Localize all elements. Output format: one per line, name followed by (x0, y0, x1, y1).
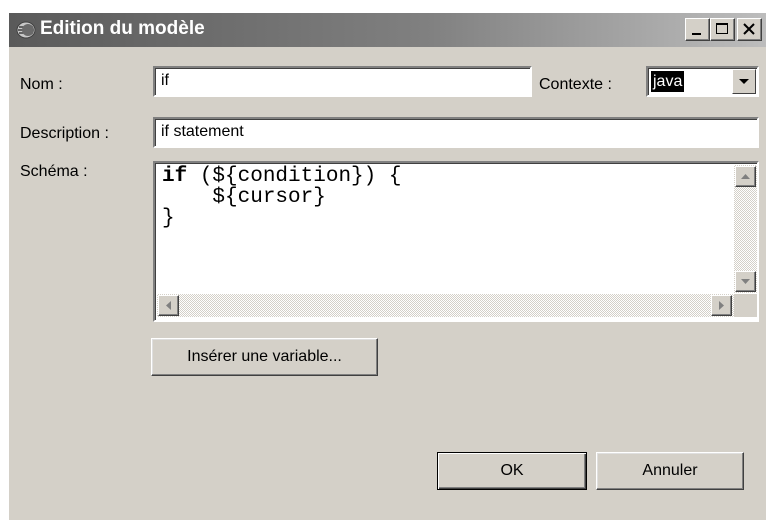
scroll-left-button[interactable] (158, 295, 179, 316)
scrollbar-corner (734, 294, 757, 317)
pattern-line: ${cursor} (162, 186, 326, 209)
maximize-button[interactable] (710, 18, 735, 41)
arrow-down-icon (741, 279, 750, 284)
arrow-right-icon (719, 301, 724, 310)
pattern-label: Schéma : (20, 163, 88, 180)
scroll-down-button[interactable] (735, 271, 756, 292)
window-title: Edition du modèle (40, 18, 205, 39)
cancel-button[interactable]: Annuler (596, 452, 744, 490)
minimize-button[interactable] (685, 18, 710, 41)
insert-variable-button[interactable]: Insérer une variable... (151, 338, 378, 376)
minimize-icon (692, 33, 701, 35)
ok-button[interactable]: OK (437, 452, 587, 490)
scroll-up-button[interactable] (735, 166, 756, 187)
arrow-up-icon (741, 174, 750, 179)
title-bar[interactable]: Edition du modèle (9, 13, 766, 47)
name-field[interactable]: if (153, 66, 532, 97)
name-label: Nom : (20, 76, 63, 93)
pattern-editor[interactable]: if (${condition}) { ${cursor} } (153, 161, 759, 322)
close-button[interactable] (737, 18, 762, 41)
context-label: Contexte : (539, 76, 612, 93)
context-select[interactable]: java (646, 66, 759, 97)
chevron-down-icon (739, 79, 749, 84)
maximize-icon (716, 23, 728, 34)
scroll-right-button[interactable] (711, 295, 732, 316)
pattern-line: if (${condition}) { (162, 165, 402, 188)
description-field[interactable]: if statement (153, 117, 759, 148)
dialog-window: Edition du modèle Nom : if Contexte : ja… (8, 12, 766, 520)
description-label: Description : (20, 125, 109, 142)
pattern-line: } (162, 207, 175, 230)
horizontal-scrollbar[interactable] (157, 294, 734, 317)
arrow-left-icon (166, 301, 171, 310)
close-icon (743, 23, 755, 35)
context-selected-value: java (649, 70, 686, 93)
context-dropdown-button[interactable] (732, 69, 756, 94)
app-icon (16, 21, 36, 39)
pattern-code[interactable]: if (${condition}) { ${cursor} } (162, 166, 401, 229)
vertical-scrollbar[interactable] (734, 165, 757, 293)
